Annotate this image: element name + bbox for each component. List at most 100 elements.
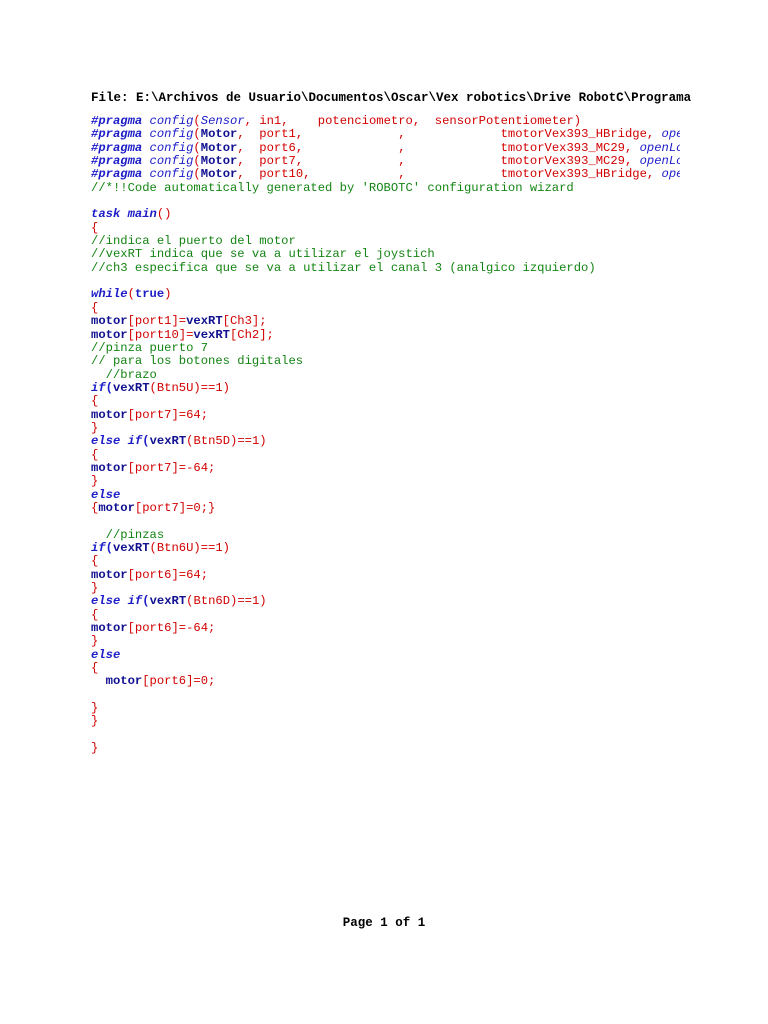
code-line: } <box>91 715 680 728</box>
code-line: //indica el puerto del motor <box>91 234 680 248</box>
identifier-token: motor <box>91 407 128 422</box>
code-line: else <box>91 647 680 662</box>
code-line: #pragma config(Motor, port7, , tmotorVex… <box>91 154 680 169</box>
code-text-token: [port7]=0;} <box>134 500 216 515</box>
code-text-token: [port6]=0; <box>142 674 216 689</box>
code-line: motor[port6]=0; <box>91 675 680 688</box>
bracket-token: { <box>91 394 99 409</box>
code-text-token: , port7, , tmotorVex393_MC29, <box>237 154 640 169</box>
code-line: #pragma config(Motor, port10, , tmotorVe… <box>91 168 680 181</box>
comment-token: //pinza puerto 7 <box>91 340 209 355</box>
code-line: #pragma config(Sensor, in1, potenciometr… <box>91 115 680 128</box>
keyword-token: #pragma <box>91 140 143 155</box>
code-line: { <box>91 220 680 235</box>
identifier-token: motor <box>91 621 128 636</box>
identifier-token: vexRT <box>112 541 150 555</box>
bracket-token: } <box>91 581 99 596</box>
identifier-token: motor <box>98 500 135 515</box>
identifier-token: vexRT <box>149 594 187 609</box>
function-token: openLoop <box>661 167 680 182</box>
bracket-token: { <box>91 447 99 462</box>
code-text-token: (Btn6U)==1) <box>149 541 230 555</box>
bracket-token: } <box>91 701 99 716</box>
code-line: { <box>91 447 680 462</box>
bracket-token: { <box>91 220 99 235</box>
code-line: //pinzas <box>91 528 680 542</box>
code-line: else <box>91 487 680 502</box>
comment-token: //ch3 especifica que se va a utilizar el… <box>91 260 596 275</box>
identifier-token: Motor <box>200 127 238 142</box>
identifier-token: motor <box>91 314 128 329</box>
bracket-token: ) <box>164 287 172 302</box>
code-text-token: , port10, , tmotorVex393_HBridge, <box>237 167 662 182</box>
code-text-token: [port1]= <box>127 314 187 329</box>
bracket-token: } <box>91 741 99 756</box>
identifier-token: Motor <box>200 154 238 169</box>
identifier-token: vexRT <box>112 380 150 395</box>
keyword-token: #pragma <box>91 167 143 182</box>
function-token: config <box>149 154 194 169</box>
code-text-token: , in1, potenciometro, sensorPotentiomete… <box>244 115 582 128</box>
function-token: openLoop <box>661 127 680 142</box>
code-text-token: [port6]=-64; <box>127 621 216 636</box>
code-line: else if(vexRT(Btn5D)==1) <box>91 435 680 448</box>
bracket-token: { <box>91 661 99 676</box>
code-line: if(vexRT(Btn5U)==1) <box>91 380 680 395</box>
code-line: { <box>91 301 680 315</box>
bracket-token: ( <box>142 434 150 449</box>
code-line: { <box>91 555 680 568</box>
keyword-token: else <box>91 594 121 609</box>
code-text-token: , port6, , tmotorVex393_MC29, <box>237 140 640 155</box>
code-line: } <box>91 475 680 488</box>
keyword-token: #pragma <box>91 115 143 128</box>
code-line: #pragma config(Motor, port6, , tmotorVex… <box>91 140 680 155</box>
code-line: while(true) <box>91 288 680 301</box>
printed-page: File: E:\Archivos de Usuario\Documentos\… <box>0 0 768 1024</box>
identifier-token: motor <box>91 327 128 342</box>
keyword-token: else <box>91 647 121 662</box>
code-line: //ch3 especifica que se va a utilizar el… <box>91 260 680 275</box>
code-line: //vexRT indica que se va a utilizar el j… <box>91 248 680 261</box>
code-line: //pinza puerto 7 <box>91 340 680 355</box>
code-line: motor[port1]=vexRT[Ch3]; <box>91 314 680 329</box>
code-text-token: [port6]=64; <box>127 567 209 582</box>
function-token: config <box>149 127 194 142</box>
identifier-token: Motor <box>200 167 238 182</box>
keyword-token: while <box>91 287 128 302</box>
bracket-token: ( <box>105 380 113 395</box>
bracket-token: ( <box>193 154 201 169</box>
keyword-token: else <box>91 487 121 502</box>
comment-token: // para los botones digitales <box>91 354 304 369</box>
page-number-footer: Page 1 of 1 <box>342 916 426 930</box>
code-text-token: [Ch3]; <box>222 314 267 329</box>
code-text-token: [port7]=-64; <box>127 460 216 475</box>
bracket-token: ( <box>193 140 201 155</box>
bracket-token: ( <box>127 287 135 302</box>
code-line: } <box>91 741 680 756</box>
identifier-token: motor <box>91 567 128 582</box>
function-token: config <box>149 140 194 155</box>
function-token: config <box>149 115 194 128</box>
identifier-token: vexRT <box>186 314 223 329</box>
comment-token: //*!!Code automatically generated by 'RO… <box>91 180 574 195</box>
code-text-token: [Ch2]; <box>229 327 274 342</box>
code-line: //brazo <box>91 368 680 382</box>
code-line: else if(vexRT(Btn6D)==1) <box>91 595 680 608</box>
function-token: openLoop <box>639 154 680 169</box>
identifier-token: vexRT <box>149 434 187 449</box>
code-text-token: (Btn5U)==1) <box>149 380 230 395</box>
code-line: motor[port10]=vexRT[Ch2]; <box>91 327 680 342</box>
code-line: { <box>91 608 680 622</box>
code-line: if(vexRT(Btn6U)==1) <box>91 541 680 555</box>
keyword-token: if <box>127 594 143 609</box>
bracket-token: ( <box>193 115 201 128</box>
